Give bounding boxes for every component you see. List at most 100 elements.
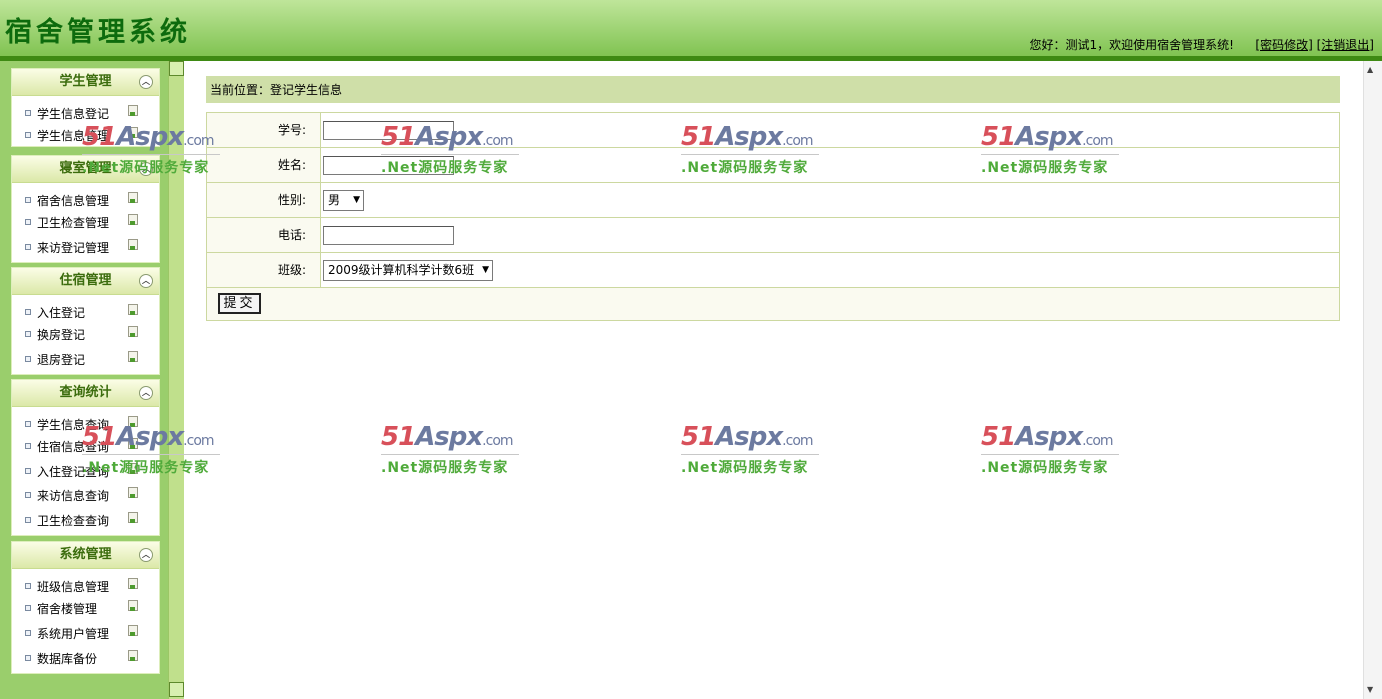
page-icon [128, 304, 138, 315]
page-icon [128, 105, 138, 116]
bullet-icon [25, 630, 31, 636]
name-input[interactable] [323, 156, 454, 175]
collapse-icon[interactable]: ︿ [139, 162, 153, 176]
sidebar-item-label: 数据库备份 [37, 652, 98, 666]
page-icon [128, 625, 138, 636]
watermark-logo: 51Aspx.com [681, 422, 821, 452]
menu-group-header[interactable]: 系统管理 ︿ [12, 542, 159, 569]
watermark-logo: 51Aspx.com [381, 422, 521, 452]
menu-group-header[interactable]: 寝室管理 ︿ [12, 156, 159, 183]
watermark-slogan: .Net源码服务专家 [681, 454, 819, 477]
watermark-logo-domain: .com [183, 433, 214, 449]
sidebar-item-visitor-register[interactable]: 来访登记管理 [12, 236, 159, 256]
header: 宿舍管理系统 您好：测试1，欢迎使用宿舍管理系统! [密码修改] [注销退出] [0, 0, 1382, 58]
menu-group-header[interactable]: 住宿管理 ︿ [12, 268, 159, 295]
bullet-icon [25, 492, 31, 498]
sidebar-item-label: 来访信息查询 [37, 489, 110, 503]
page-icon [128, 578, 138, 589]
sidebar-item-room-change[interactable]: 换房登记 [12, 323, 159, 343]
sidebar-item-student-register[interactable]: 学生信息登记 [12, 102, 159, 122]
gender-select[interactable]: 男 ▼ [323, 190, 364, 211]
watermark: 51Aspx.com .Net源码服务专家 [681, 422, 821, 478]
sidebar-item-lodging-query[interactable]: 住宿信息查询 [12, 435, 159, 455]
bullet-icon [25, 244, 31, 250]
sidebar-toggle-bottom-button[interactable] [169, 682, 184, 697]
student-id-label: 学号: [207, 113, 321, 147]
phone-input[interactable] [323, 226, 454, 245]
menu-group-header[interactable]: 学生管理 ︿ [12, 69, 159, 96]
form-field-cell [321, 218, 1339, 252]
watermark: 51Aspx.com .Net源码服务专家 [981, 422, 1121, 478]
watermark-logo-domain: .com [482, 433, 513, 449]
collapse-icon[interactable]: ︿ [139, 386, 153, 400]
submit-button[interactable]: 提交 [218, 293, 261, 314]
collapse-icon[interactable]: ︿ [139, 75, 153, 89]
sidebar-item-label: 卫生检查管理 [37, 216, 110, 230]
logout-link[interactable]: [注销退出] [1317, 38, 1374, 52]
welcome-text: 您好：测试1，欢迎使用宿舍管理系统! [1029, 38, 1234, 52]
page-icon [128, 487, 138, 498]
watermark-logo: 51Aspx.com [981, 422, 1121, 452]
page-icon [128, 239, 138, 250]
form-field-cell [321, 148, 1339, 182]
sidebar-item-label: 卫生检查查询 [37, 514, 110, 528]
scroll-up-icon[interactable]: ▲ [1367, 65, 1373, 74]
menu-group-dorm: 寝室管理 ︿ 宿舍信息管理 卫生检查管理 来访登记管理 [11, 155, 160, 263]
bullet-icon [25, 443, 31, 449]
sidebar-item-label: 入住登记查询 [37, 465, 110, 479]
watermark-logo-aspx: Aspx [715, 422, 783, 452]
collapse-icon[interactable]: ︿ [139, 548, 153, 562]
watermark-logo-num: 51 [981, 422, 1016, 452]
bullet-icon [25, 356, 31, 362]
bullet-icon [25, 110, 31, 116]
collapse-icon[interactable]: ︿ [139, 274, 153, 288]
sidebar-item-building-manage[interactable]: 宿舍楼管理 [12, 597, 159, 617]
sidebar-item-checkin-query[interactable]: 入住登记查询 [12, 460, 159, 480]
form-row-phone: 电话: [207, 218, 1339, 253]
sidebar-item-label: 学生信息管理 [37, 129, 110, 143]
app-title: 宿舍管理系统 [5, 17, 191, 48]
menu-group-header[interactable]: 查询统计 ︿ [12, 380, 159, 407]
form-field-cell: 2009级计算机科学计数6班 ▼ [321, 253, 1339, 287]
page-icon [128, 463, 138, 474]
sidebar-item-label: 系统用户管理 [37, 627, 110, 641]
sidebar-item-label: 换房登记 [37, 328, 86, 342]
student-id-input[interactable] [323, 121, 454, 140]
sidebar-item-hygiene-query[interactable]: 卫生检查查询 [12, 509, 159, 529]
watermark-logo-num: 51 [381, 422, 416, 452]
bullet-icon [25, 197, 31, 203]
bullet-icon [25, 219, 31, 225]
watermark: 51Aspx.com .Net源码服务专家 [381, 422, 521, 478]
bullet-icon [25, 331, 31, 337]
phone-label: 电话: [207, 218, 321, 252]
change-password-link[interactable]: [密码修改] [1255, 38, 1312, 52]
page-icon [128, 192, 138, 203]
sidebar: 学生管理 ︿ 学生信息登记 学生信息管理 寝室管理 ︿ 宿舍信息管理 卫生检查管… [0, 61, 168, 699]
sidebar-item-hygiene-check[interactable]: 卫生检查管理 [12, 211, 159, 231]
sidebar-item-user-manage[interactable]: 系统用户管理 [12, 622, 159, 642]
sidebar-item-label: 宿舍信息管理 [37, 194, 110, 208]
watermark-logo-num: 51 [681, 422, 716, 452]
watermark-logo-aspx: Aspx [1015, 422, 1083, 452]
sidebar-item-student-query[interactable]: 学生信息查询 [12, 413, 159, 433]
sidebar-item-check-out[interactable]: 退房登记 [12, 348, 159, 368]
sidebar-item-dorm-info[interactable]: 宿舍信息管理 [12, 189, 159, 209]
page-icon [128, 214, 138, 225]
sidebar-item-label: 学生信息查询 [37, 418, 110, 432]
page-icon [128, 438, 138, 449]
sidebar-item-visitor-query[interactable]: 来访信息查询 [12, 484, 159, 504]
menu-group-lodging: 住宿管理 ︿ 入住登记 换房登记 退房登记 [11, 267, 160, 375]
bullet-icon [25, 468, 31, 474]
watermark-slogan: .Net源码服务专家 [381, 454, 519, 477]
sidebar-item-student-manage[interactable]: 学生信息管理 [12, 124, 159, 144]
breadcrumb: 当前位置：登记学生信息 [206, 76, 1340, 103]
menu-group-title: 学生管理 [59, 74, 112, 89]
gender-label: 性别: [207, 183, 321, 217]
vertical-scrollbar[interactable]: ▲ ▼ [1363, 61, 1382, 699]
sidebar-item-check-in[interactable]: 入住登记 [12, 301, 159, 321]
sidebar-toggle-top-button[interactable] [169, 61, 184, 76]
sidebar-item-db-backup[interactable]: 数据库备份 [12, 647, 159, 667]
sidebar-item-class-info[interactable]: 班级信息管理 [12, 575, 159, 595]
class-select[interactable]: 2009级计算机科学计数6班 ▼ [323, 260, 493, 281]
scroll-down-icon[interactable]: ▼ [1367, 685, 1373, 694]
